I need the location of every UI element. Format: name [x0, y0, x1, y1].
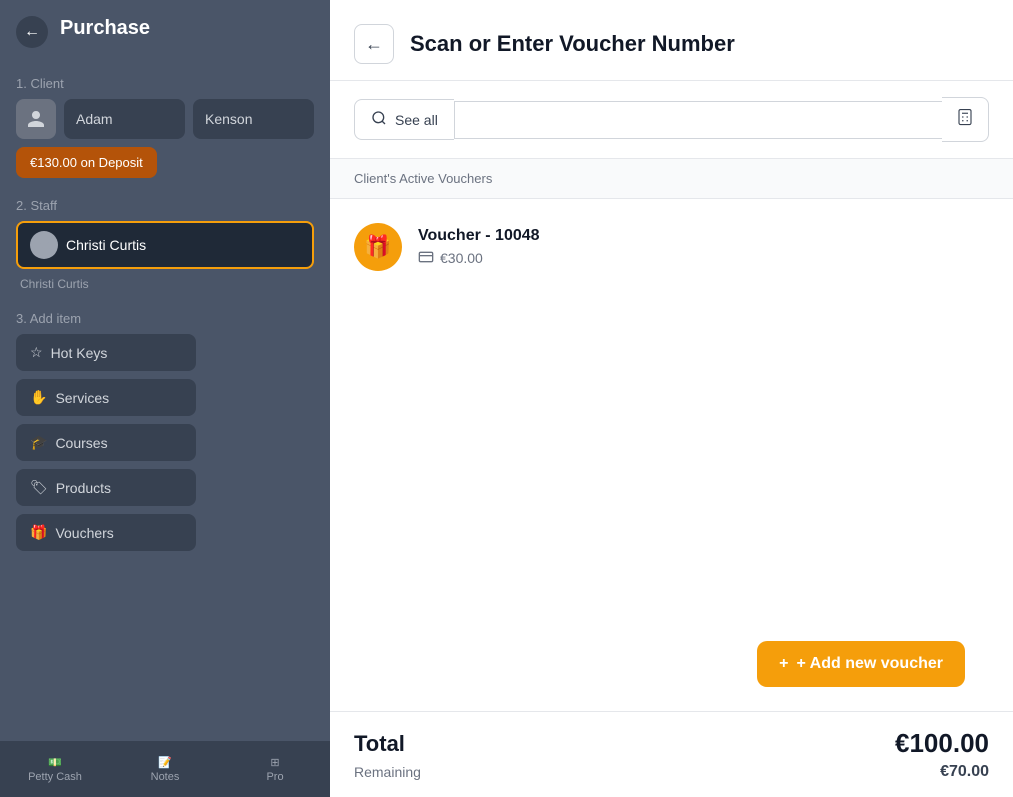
add-new-voucher-button[interactable]: + + Add new voucher: [757, 641, 965, 687]
background-purchase-screen: ← Purchase 1. Client Adam Kenson €130.00…: [0, 0, 330, 797]
bg-services-icon: ✋: [30, 389, 47, 406]
bg-hotkeys-button[interactable]: ☆ Hot Keys: [16, 334, 196, 371]
bg-courses-label: Courses: [55, 435, 107, 451]
active-vouchers-label: Client's Active Vouchers: [330, 159, 1013, 199]
bg-client-first-name: Adam: [64, 99, 185, 139]
bg-notes-tab[interactable]: 📝 Notes: [110, 756, 220, 783]
bg-client-row: Adam Kenson: [16, 99, 314, 139]
voucher-name: Voucher - 10048: [418, 227, 540, 245]
bg-hotkeys-label: Hot Keys: [51, 345, 108, 361]
bg-services-label: Services: [55, 390, 109, 406]
bg-products-icon: 🏷: [30, 479, 48, 496]
footer-remaining-label: Remaining: [354, 764, 421, 780]
see-all-label: See all: [395, 112, 438, 128]
bg-petty-cash-icon: 💵: [48, 756, 62, 769]
bg-petty-cash-label: Petty Cash: [28, 771, 82, 783]
modal-back-icon: ←: [365, 34, 383, 55]
bg-courses-button[interactable]: 🎓 Courses: [16, 424, 196, 461]
bg-staff-button[interactable]: Christi Curtis: [16, 221, 314, 269]
bg-vouchers-label: Vouchers: [55, 525, 113, 541]
voucher-gift-icon: 🎁: [354, 223, 402, 271]
plus-icon: +: [779, 655, 788, 673]
footer-remaining-row: Remaining €70.00: [354, 763, 989, 781]
voucher-amount: €30.00: [440, 250, 483, 266]
voucher-card-icon: [418, 249, 434, 268]
voucher-amount-row: €30.00: [418, 249, 540, 268]
modal-header: ← Scan or Enter Voucher Number: [330, 0, 1013, 81]
bg-bottom-bar: 💵 Petty Cash 📝 Notes ⊞ Pro: [0, 741, 330, 797]
calculator-button[interactable]: [942, 97, 989, 142]
voucher-modal: ← Scan or Enter Voucher Number See all C…: [330, 0, 1013, 797]
footer-total-value: €100.00: [895, 728, 989, 759]
bg-staff-section: Christi Curtis Christi Curtis: [16, 221, 314, 291]
bg-staff-avatar: [30, 231, 58, 259]
bg-vouchers-button[interactable]: 🎁 Vouchers: [16, 514, 196, 551]
calculator-icon: [956, 113, 974, 130]
bg-vouchers-icon: 🎁: [30, 524, 47, 541]
add-voucher-label: + Add new voucher: [796, 655, 943, 673]
bg-staff-name: Christi Curtis: [66, 237, 146, 253]
voucher-details: Voucher - 10048 €30.00: [418, 227, 540, 268]
bg-hotkeys-icon: ☆: [30, 344, 43, 361]
modal-footer: Total €100.00 Remaining €70.00: [330, 711, 1013, 797]
bg-products-label: Products: [56, 480, 111, 496]
search-icon: [371, 110, 387, 129]
bg-section-additem-label: 3. Add item: [16, 311, 314, 326]
bg-deposit-button[interactable]: €130.00 on Deposit: [16, 147, 157, 178]
bg-courses-icon: 🎓: [30, 434, 47, 451]
see-all-button[interactable]: See all: [354, 99, 454, 140]
bg-page-title: Purchase: [60, 17, 150, 40]
bg-services-button[interactable]: ✋ Services: [16, 379, 196, 416]
bg-staff-name-label: Christi Curtis: [16, 277, 314, 291]
footer-remaining-value: €70.00: [940, 763, 989, 781]
voucher-item[interactable]: 🎁 Voucher - 10048 €30.00: [354, 215, 989, 279]
bg-pro-tab[interactable]: ⊞ Pro: [220, 756, 330, 783]
footer-total-label: Total: [354, 731, 405, 757]
bg-notes-icon: 📝: [158, 756, 172, 769]
voucher-list: 🎁 Voucher - 10048 €30.00: [330, 199, 1013, 625]
bg-pro-label: Pro: [266, 771, 283, 783]
bg-petty-cash-tab[interactable]: 💵 Petty Cash: [0, 756, 110, 783]
bg-add-item-section: ☆ Hot Keys ✋ Services 🎓 Courses 🏷 Produc…: [16, 334, 314, 551]
bg-section-client-label: 1. Client: [16, 76, 314, 91]
bg-client-last-name: Kenson: [193, 99, 314, 139]
bg-client-avatar-icon: [16, 99, 56, 139]
voucher-search-input[interactable]: [454, 101, 942, 139]
modal-search-row: See all: [330, 81, 1013, 159]
footer-total-row: Total €100.00: [354, 728, 989, 759]
bg-pro-icon: ⊞: [270, 756, 279, 769]
modal-title: Scan or Enter Voucher Number: [410, 31, 735, 57]
bg-section-staff-label: 2. Staff: [16, 198, 314, 213]
bg-notes-label: Notes: [151, 771, 180, 783]
modal-back-button[interactable]: ←: [354, 24, 394, 64]
bg-back-button[interactable]: ←: [16, 16, 48, 48]
bg-products-button[interactable]: 🏷 Products: [16, 469, 196, 506]
